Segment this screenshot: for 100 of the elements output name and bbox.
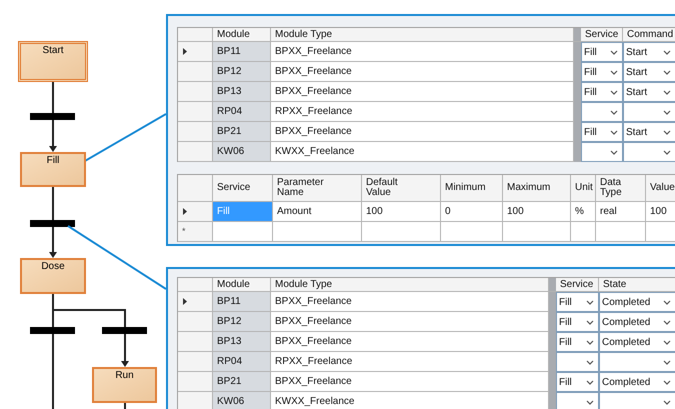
row-header[interactable] [178, 142, 213, 162]
dropdown[interactable]: Completed [599, 332, 675, 352]
dropdown[interactable]: Start [623, 62, 675, 82]
empty-cell[interactable] [273, 222, 362, 242]
dropdown[interactable]: Completed [599, 312, 675, 332]
column-header[interactable]: Parameter Name [277, 178, 327, 198]
row-header[interactable] [178, 62, 213, 82]
empty-cell[interactable] [571, 222, 596, 242]
chevron-icon [586, 320, 594, 324]
dropdown[interactable]: Fill [556, 312, 599, 332]
row-header[interactable] [178, 372, 213, 392]
column-header[interactable]: Value [650, 183, 675, 193]
module-cell: BP13 [213, 82, 271, 102]
empty-cell[interactable] [596, 222, 646, 242]
row-header[interactable] [178, 312, 213, 332]
column-header[interactable]: Default Value [366, 178, 402, 198]
column-splitter[interactable] [574, 42, 581, 62]
column-splitter[interactable] [549, 292, 556, 312]
row-header[interactable] [178, 332, 213, 352]
chevron-icon [586, 300, 594, 304]
chevron-icon [610, 150, 618, 154]
module-cell: BP11 [213, 292, 271, 312]
column-header[interactable]: Module [213, 28, 271, 41]
transition-bar [30, 113, 75, 120]
module-cell: KW06 [213, 392, 271, 409]
column-splitter[interactable] [549, 278, 556, 291]
dropdown[interactable]: Fill [581, 62, 623, 82]
module-type-cell: KWXX_Freelance [271, 142, 574, 162]
row-header[interactable] [178, 102, 213, 122]
module-type-cell: BPXX_Freelance [271, 122, 574, 142]
transition-bar [102, 327, 147, 334]
column-splitter[interactable] [574, 142, 581, 162]
new-row-marker: * [182, 224, 186, 238]
column-header[interactable]: Unit [575, 183, 593, 193]
dropdown[interactable]: Completed [599, 292, 675, 312]
column-header[interactable]: State [599, 278, 675, 291]
module-type-cell: BPXX_Freelance [271, 62, 574, 82]
dropdown[interactable] [556, 392, 599, 409]
module-cell: BP21 [213, 372, 271, 392]
module-type-cell: RPXX_Freelance [271, 102, 574, 122]
dropdown[interactable] [581, 102, 623, 122]
chevron-icon [586, 380, 594, 384]
chevron-icon [610, 70, 618, 74]
chevron-icon [610, 90, 618, 94]
column-splitter[interactable] [574, 28, 581, 41]
row-header[interactable] [178, 292, 213, 312]
chevron-icon [586, 360, 594, 364]
module-cell: BP21 [213, 122, 271, 142]
table-cell: 0 [441, 202, 503, 222]
dropdown[interactable]: Fill [556, 332, 599, 352]
module-cell: BP11 [213, 42, 271, 62]
empty-cell[interactable] [503, 222, 571, 242]
dropdown[interactable] [623, 142, 675, 162]
dropdown[interactable]: Fill [556, 292, 599, 312]
dropdown[interactable] [623, 102, 675, 122]
column-header[interactable]: Service [581, 28, 623, 41]
transition-bar [30, 327, 75, 334]
column-header[interactable]: Module [213, 278, 271, 291]
row-header[interactable] [178, 82, 213, 102]
current-row-icon [183, 48, 187, 55]
row-header[interactable]: * [178, 222, 213, 242]
column-header[interactable]: Maximum [507, 183, 550, 193]
row-header[interactable] [178, 392, 213, 409]
table-cell: 100 [362, 202, 441, 222]
row-header[interactable] [178, 352, 213, 372]
module-type-cell: BPXX_Freelance [271, 372, 549, 392]
module-cell: RP04 [213, 102, 271, 122]
table-cell: 100 [503, 202, 571, 222]
empty-cell[interactable] [441, 222, 503, 242]
empty-cell[interactable] [362, 222, 441, 242]
dropdown[interactable]: Completed [599, 372, 675, 392]
chevron-icon [610, 130, 618, 134]
dropdown[interactable] [599, 352, 675, 372]
dropdown[interactable]: Start [623, 122, 675, 142]
dropdown[interactable]: Start [623, 82, 675, 102]
row-header[interactable] [178, 42, 213, 62]
row-header[interactable] [178, 122, 213, 142]
chevron-icon [663, 340, 671, 344]
column-splitter[interactable] [549, 392, 556, 409]
dropdown[interactable]: Fill [581, 42, 623, 62]
row-header[interactable] [178, 202, 213, 222]
dropdown[interactable]: Fill [556, 372, 599, 392]
dropdown[interactable]: Fill [581, 82, 623, 102]
dropdown[interactable] [556, 352, 599, 372]
current-row-icon [183, 208, 187, 215]
module-cell: RP04 [213, 352, 271, 372]
connector-line [124, 403, 126, 409]
column-header[interactable]: Data Type [600, 178, 626, 198]
column-header[interactable]: Command [623, 28, 675, 41]
dropdown[interactable] [599, 392, 675, 409]
table-cell: Fill [213, 202, 273, 222]
module-cell: BP12 [213, 62, 271, 82]
chevron-icon [663, 360, 671, 364]
column-header[interactable]: Minimum [445, 183, 486, 193]
dropdown[interactable]: Fill [581, 122, 623, 142]
column-header[interactable]: Service [556, 278, 599, 291]
dropdown[interactable] [581, 142, 623, 162]
column-header[interactable]: Service [217, 183, 250, 193]
dropdown[interactable]: Start [623, 42, 675, 62]
chevron-icon [663, 90, 671, 94]
